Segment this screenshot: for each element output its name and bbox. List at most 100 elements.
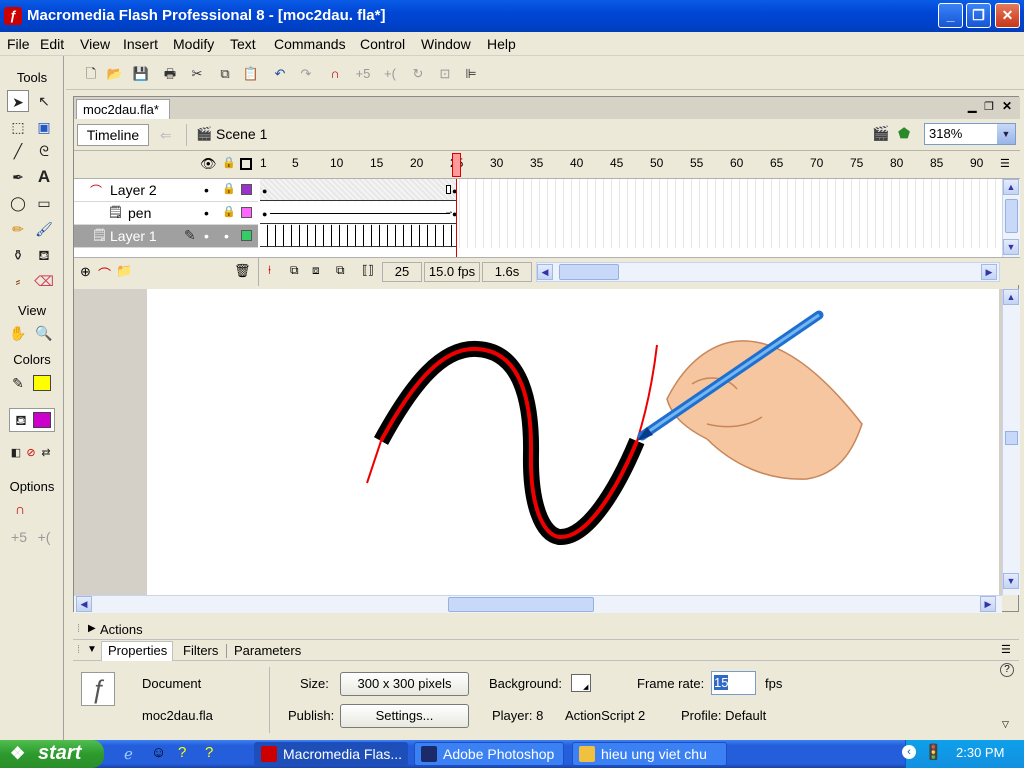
- snap-magnet-icon[interactable]: ∩: [9, 498, 31, 520]
- tray-expand-icon[interactable]: ‹: [902, 745, 916, 759]
- scroll-up-icon[interactable]: ▲: [1003, 289, 1019, 305]
- scroll-right-icon[interactable]: ▶: [981, 264, 997, 280]
- add-motion-guide-icon[interactable]: ⌒: [98, 264, 111, 283]
- scroll-down-icon[interactable]: ▼: [1003, 573, 1019, 589]
- stage-vscroll[interactable]: ▲ ▼: [1002, 289, 1020, 595]
- tab-properties[interactable]: Properties: [108, 643, 167, 658]
- lasso-tool-icon[interactable]: ᘓ: [33, 140, 55, 162]
- help-icon[interactable]: ?: [1000, 663, 1014, 677]
- layer-visible-dot[interactable]: •: [204, 228, 209, 244]
- expand-arrow-icon[interactable]: ▶: [88, 623, 96, 634]
- menu-modify[interactable]: Modify: [173, 36, 214, 52]
- tab-filters[interactable]: Filters: [183, 643, 218, 658]
- layer-visible-dot[interactable]: •: [204, 205, 209, 221]
- eyedropper-icon[interactable]: ⸗: [7, 270, 29, 292]
- subselection-tool-icon[interactable]: ↖: [33, 90, 55, 112]
- help-center-icon-2[interactable]: ?: [205, 744, 213, 761]
- align-icon[interactable]: ⊫: [462, 65, 480, 83]
- paint-bucket-icon[interactable]: ⛾: [33, 244, 55, 266]
- panel-menu-icon[interactable]: ☰: [1001, 643, 1011, 656]
- brush-tool-icon[interactable]: 🖌: [33, 218, 55, 240]
- zoom-tool-icon[interactable]: 🔍: [33, 322, 55, 344]
- background-color-swatch[interactable]: ◢: [571, 674, 591, 692]
- minimize-button[interactable]: _: [938, 3, 963, 28]
- menu-control[interactable]: Control: [360, 36, 405, 52]
- insert-layer-icon[interactable]: ⊕: [80, 264, 91, 280]
- scroll-thumb[interactable]: [1005, 431, 1018, 445]
- free-transform-icon[interactable]: ⬚: [7, 116, 29, 138]
- smooth-icon[interactable]: +5: [8, 526, 30, 548]
- keyframe-icon[interactable]: ●: [262, 186, 267, 196]
- frame-track-layer2[interactable]: ● ●: [260, 179, 1002, 202]
- scroll-thumb[interactable]: [559, 264, 619, 280]
- help-center-icon[interactable]: ?: [178, 744, 186, 761]
- keyframe-icon[interactable]: ●: [262, 209, 267, 219]
- timeline-menu-icon[interactable]: ☰: [1000, 157, 1010, 170]
- frame-track-pen[interactable]: ● → ●: [260, 202, 1002, 225]
- copy-icon[interactable]: ⧉: [216, 65, 234, 83]
- center-frame-icon[interactable]: ⍿: [268, 263, 271, 278]
- stage-hscroll[interactable]: ◀ ▶: [74, 595, 1002, 613]
- scroll-left-icon[interactable]: ◀: [76, 596, 92, 612]
- menu-commands[interactable]: Commands: [274, 36, 346, 52]
- scroll-thumb[interactable]: [448, 597, 594, 612]
- layer-lock-dot[interactable]: •: [224, 228, 229, 244]
- actions-panel-header[interactable]: ⁞ ▶ Actions: [73, 620, 1019, 640]
- traffic-light-icon[interactable]: 🚦: [924, 743, 943, 761]
- scale-icon[interactable]: ⊡: [436, 65, 454, 83]
- straighten-toolbar-icon[interactable]: +(: [381, 65, 399, 83]
- frame-ruler[interactable]: 1 5 10 15 20 25 30 35 40 45 50 55 60 65 …: [260, 151, 1002, 179]
- ink-bottle-icon[interactable]: ⚱: [7, 244, 29, 266]
- task-folder[interactable]: hieu ung viet chu: [572, 742, 727, 766]
- eye-icon[interactable]: 👁: [200, 156, 217, 172]
- timeline-vscroll[interactable]: ▲ ▼: [1002, 179, 1020, 257]
- ie-icon[interactable]: ℯ: [124, 745, 133, 763]
- redo-icon[interactable]: ↷: [297, 65, 315, 83]
- menu-help[interactable]: Help: [487, 36, 516, 52]
- lock-icon[interactable]: 🔒: [222, 205, 236, 218]
- hand-tool-icon[interactable]: ✋: [7, 322, 29, 344]
- menu-text[interactable]: Text: [230, 36, 256, 52]
- tab-parameters[interactable]: Parameters: [234, 643, 301, 658]
- onion-outlines-icon[interactable]: ⧈: [312, 263, 320, 278]
- undo-icon[interactable]: ↶: [271, 65, 289, 83]
- layer-outline-color[interactable]: [241, 230, 252, 241]
- modify-onion-markers-icon[interactable]: ⟦⟧: [362, 263, 374, 277]
- size-button[interactable]: 300 x 300 pixels: [340, 672, 469, 696]
- menu-file[interactable]: File: [7, 36, 30, 52]
- text-tool-icon[interactable]: A: [33, 166, 55, 188]
- framerate-input[interactable]: 15: [711, 671, 756, 695]
- layer-outline-color[interactable]: [241, 184, 252, 195]
- menu-edit[interactable]: Edit: [40, 36, 64, 52]
- frame-rate-field[interactable]: 15.0 fps: [424, 262, 480, 282]
- edit-multiple-frames-icon[interactable]: ⧉: [336, 263, 345, 278]
- layer-row-layer1[interactable]: 🗒 Layer 1 ✎ • •: [74, 225, 258, 248]
- selection-tool-icon[interactable]: ➤: [7, 90, 29, 112]
- layer-row-layer2[interactable]: ⌒ Layer 2 • 🔒: [74, 179, 258, 202]
- print-icon[interactable]: 🖶: [161, 65, 179, 83]
- line-tool-icon[interactable]: ╱: [7, 140, 29, 162]
- collapse-arrow-icon[interactable]: ▼: [87, 644, 97, 655]
- scroll-right-icon[interactable]: ▶: [980, 596, 996, 612]
- fill-color-swatch[interactable]: [33, 412, 51, 428]
- rotate-skew-icon[interactable]: ↻: [409, 65, 427, 83]
- pencil-tool-icon[interactable]: ✏: [7, 218, 29, 240]
- paste-icon[interactable]: 📋: [242, 65, 260, 83]
- zoom-select[interactable]: 318% ▼: [924, 123, 1016, 145]
- timeline-hscroll[interactable]: ◀ ▶: [536, 262, 1000, 282]
- scroll-left-icon[interactable]: ◀: [537, 264, 553, 280]
- swap-colors-icon[interactable]: ⇄: [35, 442, 57, 464]
- menu-insert[interactable]: Insert: [123, 36, 158, 52]
- new-file-icon[interactable]: 🗋: [82, 65, 100, 83]
- onion-skin-icon[interactable]: ⧉: [290, 263, 299, 278]
- stage[interactable]: [147, 289, 999, 595]
- lock-icon[interactable]: 🔒: [222, 182, 236, 195]
- layer-row-pen[interactable]: 🗒 pen • 🔒: [74, 202, 258, 225]
- insert-folder-icon[interactable]: 📁: [116, 263, 132, 279]
- task-photoshop[interactable]: Adobe Photoshop: [414, 742, 564, 766]
- scroll-down-icon[interactable]: ▼: [1003, 239, 1019, 255]
- frame-track-layer1[interactable]: [260, 225, 1002, 248]
- messenger-icon[interactable]: ☺: [151, 744, 166, 761]
- scroll-up-icon[interactable]: ▲: [1003, 179, 1019, 195]
- settings-button[interactable]: Settings...: [340, 704, 469, 728]
